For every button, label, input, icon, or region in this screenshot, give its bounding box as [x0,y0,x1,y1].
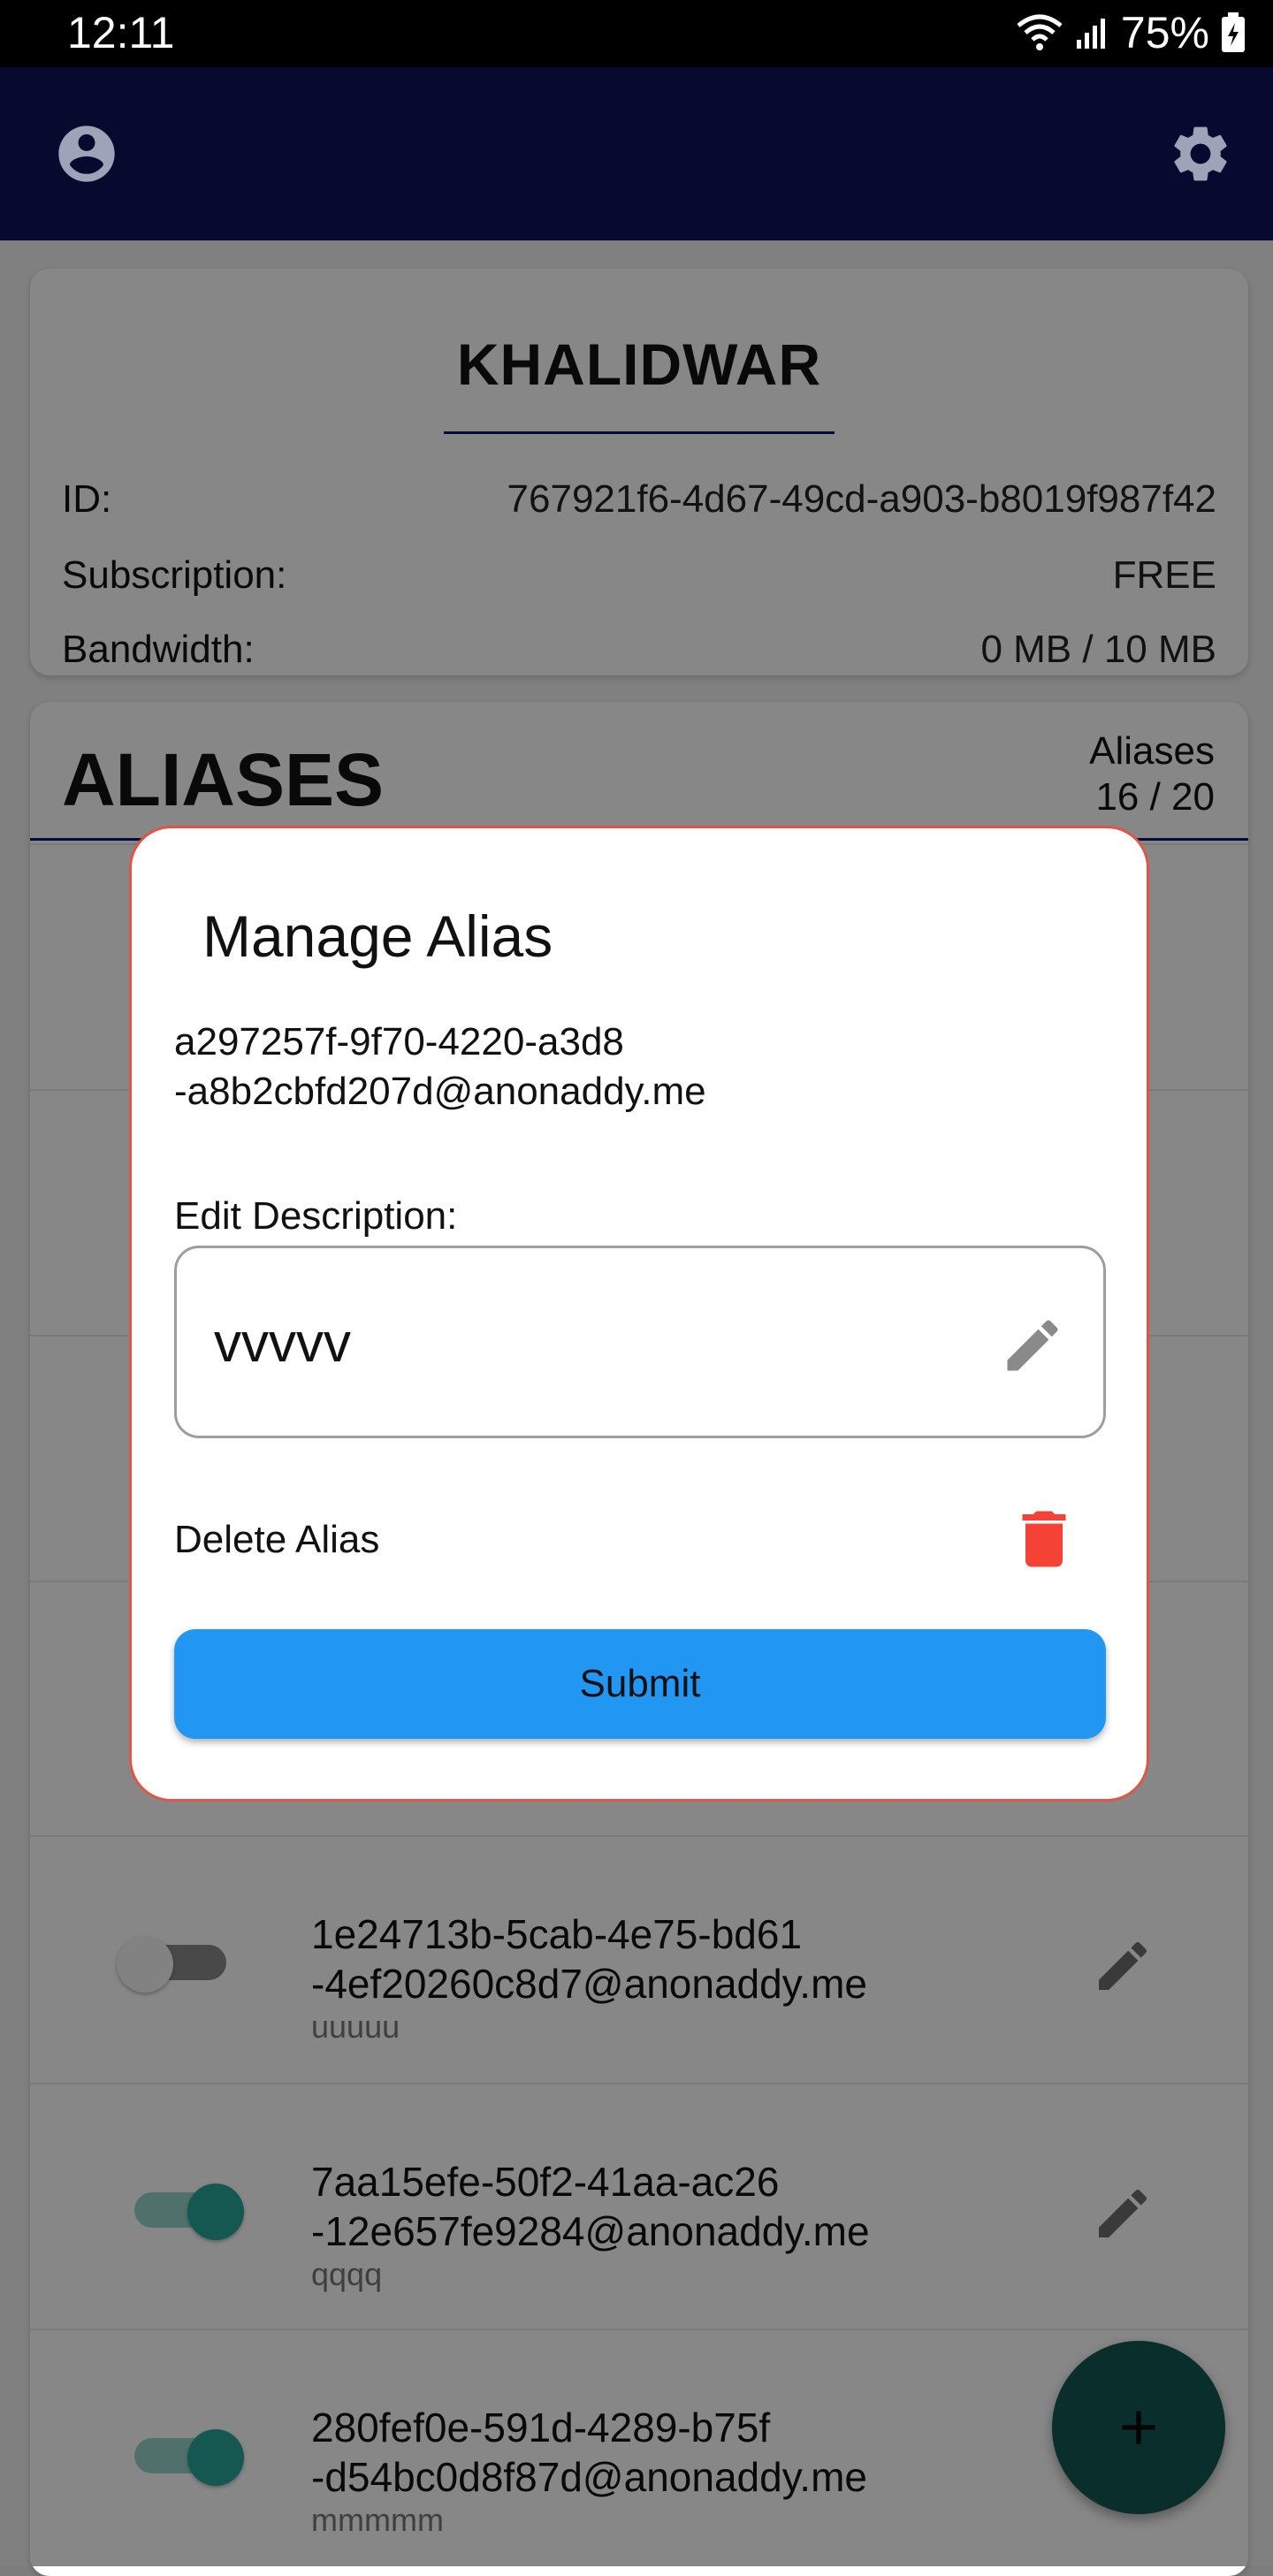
manage-alias-dialog: Manage Alias a297257f-9f70-4220-a3d8 -a8… [129,826,1149,1802]
dialog-title: Manage Alias [202,903,553,969]
dialog-alias-email: a297257f-9f70-4220-a3d8 -a8b2cbfd207d@an… [174,1017,706,1117]
edit-pencil-icon [999,1312,1066,1383]
signal-icon [1075,15,1110,50]
status-bar: 12:11 75% [0,0,1273,67]
app-bar [0,67,1273,240]
settings-gear-icon[interactable] [1167,120,1234,192]
submit-button[interactable]: Submit [174,1629,1106,1739]
wifi-icon [1015,13,1064,52]
battery-charging-icon [1220,12,1246,53]
fab-scrim [1052,2341,1225,2514]
edit-description-label: Edit Description: [174,1194,458,1238]
status-time: 12:11 [67,8,175,57]
description-input[interactable] [212,1298,976,1388]
dialog-alias-line1: a297257f-9f70-4220-a3d8 [174,1020,624,1063]
status-icons: 75% [1015,7,1246,58]
delete-alias-label: Delete Alias [174,1518,380,1561]
delete-trash-icon[interactable] [1007,1502,1081,1581]
account-circle-icon[interactable] [53,120,120,192]
battery-percent: 75% [1120,8,1209,57]
dialog-alias-line2: -a8b2cbfd207d@anonaddy.me [174,1070,706,1113]
description-field[interactable] [174,1246,1106,1438]
